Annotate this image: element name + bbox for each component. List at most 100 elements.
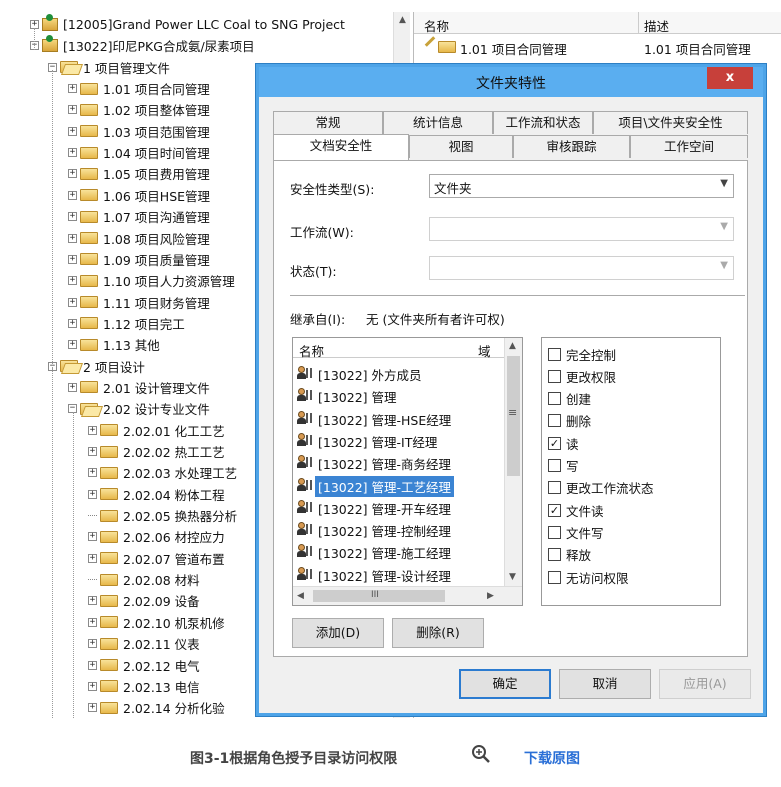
tree-node[interactable]: +1.03 项目范围管理 (68, 121, 210, 142)
permission-checkbox[interactable] (548, 347, 561, 361)
permission-checkbox[interactable] (548, 459, 561, 472)
tree-node[interactable]: +2.02.14 分析化验 (88, 697, 225, 718)
expand-icon[interactable]: + (88, 553, 97, 563)
permission-item[interactable]: 更改工作流状态 (548, 478, 654, 498)
state-select[interactable]: ▼ (429, 256, 734, 280)
permission-checkbox[interactable]: ✓ (548, 436, 561, 450)
member-row[interactable]: [13022] 管理-施工经理 (293, 540, 504, 562)
member-row[interactable]: [13022] 管理-HSE经理 (293, 407, 504, 429)
expand-icon[interactable]: + (88, 468, 97, 478)
expand-icon[interactable]: + (88, 532, 97, 542)
member-list[interactable]: 名称 域 [13022] 外方成员 [13022] 管理 [13022] 管理-HS… (292, 337, 523, 606)
permission-item[interactable]: 删除 (548, 411, 591, 431)
member-row[interactable]: [13022] 管理 (293, 384, 504, 406)
scroll-right-icon[interactable]: ▶ (487, 591, 494, 601)
permission-item[interactable]: 完全控制 (548, 344, 616, 364)
tree-node[interactable]: −2.02 设计专业文件 (68, 398, 210, 419)
permission-checkbox[interactable] (548, 525, 561, 539)
tree-node[interactable]: +1.12 项目完工 (68, 313, 185, 334)
tree-node[interactable]: +1.01 项目合同管理 (68, 78, 210, 99)
dialog-titlebar[interactable]: 文件夹特性 x (259, 67, 763, 97)
expand-icon[interactable]: + (88, 681, 97, 691)
expand-icon[interactable]: + (68, 340, 77, 350)
tree-node[interactable]: +2.02.12 电气 (88, 655, 200, 676)
tab-statistics[interactable]: 统计信息 (383, 111, 493, 134)
permission-item[interactable]: 释放 (548, 545, 591, 565)
expand-icon[interactable]: + (68, 148, 77, 158)
member-row[interactable]: [13022] 外方成员 (293, 362, 504, 384)
remove-member-button[interactable]: 删除(R) (392, 618, 484, 648)
tree-node[interactable]: + [12005]Grand Power LLC Coal to SNG Proj… (30, 14, 345, 35)
expand-icon[interactable]: + (68, 105, 77, 115)
scroll-left-icon[interactable]: ◀ (297, 591, 304, 601)
permission-item[interactable]: 无访问权限 (548, 567, 629, 587)
member-row[interactable]: [13022] 管理-开车经理 (293, 496, 504, 518)
permission-checkbox[interactable] (548, 481, 561, 495)
permission-checkbox[interactable] (548, 570, 561, 584)
tree-node[interactable]: +2.02.01 化工工艺 (88, 420, 225, 441)
tree-node[interactable]: +2.02.03 水处理工艺 (88, 462, 237, 483)
tree-node[interactable]: +2.02.10 机泵机修 (88, 612, 225, 633)
tree-node[interactable]: +2.02.02 热工工艺 (88, 441, 225, 462)
expand-icon[interactable]: + (88, 447, 97, 456)
permission-checkbox[interactable] (548, 369, 561, 383)
tree-node[interactable]: +1.04 项目时间管理 (68, 142, 210, 163)
permission-checkbox[interactable] (548, 548, 561, 562)
expand-icon[interactable]: + (88, 639, 97, 649)
expand-icon[interactable]: + (88, 617, 97, 627)
member-row[interactable]: [13022] 管理-商务经理 (293, 451, 504, 473)
tree-node[interactable]: +1.13 其他 (68, 334, 160, 355)
member-row[interactable]: [13022] 管理-工艺经理 (293, 474, 504, 497)
tree-node[interactable]: +2.01 设计管理文件 (68, 377, 210, 398)
expand-icon[interactable]: + (88, 660, 97, 670)
expand-icon[interactable]: + (68, 126, 77, 136)
column-header-name[interactable]: 名称 (424, 16, 449, 35)
tab-workspace[interactable]: 工作空间 (630, 135, 748, 158)
permission-item[interactable]: 创建 (548, 389, 591, 409)
expand-icon[interactable]: + (88, 425, 97, 435)
expand-icon[interactable]: + (88, 596, 97, 606)
expand-icon[interactable]: + (68, 276, 77, 286)
tab-audit-trail[interactable]: 审核跟踪 (513, 135, 630, 158)
tab-general[interactable]: 常规 (273, 111, 383, 134)
permission-item[interactable]: ✓ 文件读 (548, 500, 604, 520)
tree-node[interactable]: +1.10 项目人力资源管理 (68, 270, 235, 291)
expand-icon[interactable]: + (68, 318, 77, 328)
ok-button[interactable]: 确定 (459, 669, 551, 699)
tree-node[interactable]: +1.09 项目质量管理 (68, 249, 210, 270)
tab-view[interactable]: 视图 (409, 135, 513, 158)
member-col-domain[interactable]: 域 (478, 341, 491, 360)
expand-icon[interactable]: + (68, 169, 77, 179)
expand-icon[interactable]: + (68, 382, 77, 392)
column-header-desc[interactable]: 描述 (644, 16, 669, 35)
permission-item[interactable]: ✓ 读 (548, 433, 579, 453)
member-list-hscroll[interactable]: ◀ III ▶ (293, 586, 522, 605)
cancel-button[interactable]: 取消 (559, 669, 651, 699)
tree-node[interactable]: 2.02.05 换热器分析 (88, 505, 237, 526)
tab-workflow-state[interactable]: 工作流和状态 (493, 111, 593, 134)
tree-node[interactable]: +2.02.06 材控应力 (88, 526, 225, 547)
scroll-up-icon[interactable]: ▲ (509, 341, 516, 351)
expand-icon[interactable]: + (88, 489, 97, 499)
close-button[interactable]: x (707, 67, 753, 89)
tree-node[interactable]: +2.02.09 设备 (88, 590, 200, 611)
member-row[interactable]: [13022] 管理-IT经理 (293, 429, 504, 451)
permission-checkbox[interactable]: ✓ (548, 503, 561, 517)
tab-project-folder-security[interactable]: 项目\文件夹安全性 (593, 111, 748, 134)
tree-node[interactable]: +2.02.13 电信 (88, 676, 200, 697)
permission-checkbox[interactable] (548, 414, 561, 428)
scroll-up-icon[interactable]: ▲ (394, 12, 411, 29)
tab-document-security[interactable]: 文档安全性 (273, 134, 409, 160)
tree-node[interactable]: 2.02.08 材料 (88, 569, 200, 590)
expand-icon[interactable]: + (68, 84, 77, 94)
tree-node[interactable]: − [13022]印尼PKG合成氨/尿素项目 (30, 35, 255, 56)
expand-icon[interactable]: + (68, 297, 77, 307)
tree-node[interactable]: +1.08 项目风险管理 (68, 228, 210, 249)
tree-node[interactable]: +1.05 项目费用管理 (68, 163, 210, 184)
expand-icon[interactable]: + (68, 190, 77, 200)
expand-icon[interactable]: + (68, 254, 77, 264)
member-row[interactable]: [13022] 管理-控制经理 (293, 518, 504, 540)
permission-item[interactable]: 文件写 (548, 522, 604, 542)
download-original-link[interactable]: 下载原图 (524, 748, 580, 768)
tree-node[interactable]: −2 项目设计 (48, 356, 145, 377)
